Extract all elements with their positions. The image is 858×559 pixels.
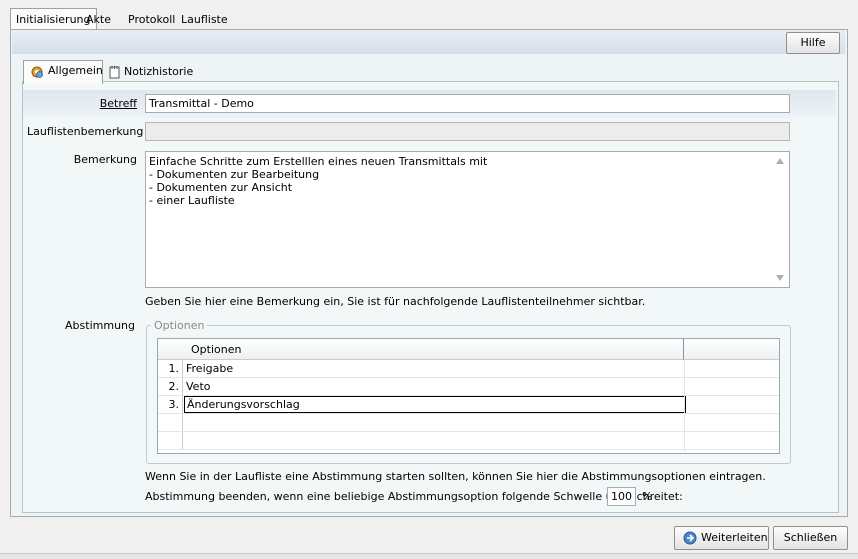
tab-protokoll[interactable]: Protokoll [124, 10, 179, 29]
bemerkung-line: - Dokumenten zur Bearbeitung [149, 168, 320, 181]
optionen-group-title: Optionen [151, 319, 208, 332]
abstimmung-label: Abstimmung [65, 319, 135, 332]
betreff-label: Betreff [99, 97, 137, 110]
help-button[interactable]: Hilfe [786, 32, 840, 54]
status-strip [0, 553, 858, 559]
tab-allgemein[interactable]: Allgemein [23, 60, 103, 84]
close-button[interactable]: Schließen [773, 526, 848, 550]
table-row[interactable]: 1. Freigabe [158, 360, 779, 378]
options-grid: Optionen 1. Freigabe 2. Veto 3. Änderung… [157, 338, 780, 454]
scroll-up-icon[interactable] [776, 158, 784, 164]
row-number: 2. [158, 378, 183, 395]
help-toolbar [12, 30, 845, 54]
table-row[interactable] [158, 414, 779, 432]
tab-akte[interactable]: Akte [82, 10, 115, 29]
bemerkung-label: Bemerkung [73, 153, 137, 166]
arrow-right-icon [683, 531, 697, 553]
row-number: 1. [158, 360, 183, 377]
schwelle-input[interactable]: 100 [607, 487, 636, 506]
lauflistenbemerkung-input[interactable] [145, 122, 790, 141]
grid-header-blank [684, 339, 779, 360]
row-number [158, 432, 183, 449]
bemerkung-hint: Geben Sie hier eine Bemerkung ein, Sie i… [145, 295, 646, 308]
tab-notizhistorie-label: Notizhistorie [124, 65, 194, 78]
row-number [158, 414, 183, 431]
betreff-input[interactable]: Transmittal - Demo [145, 94, 790, 113]
bemerkung-line: - einer Laufliste [149, 194, 235, 207]
tab-laufliste[interactable]: Laufliste [177, 10, 232, 29]
notepad-icon [109, 65, 120, 86]
forward-label: Weiterleiten [701, 531, 768, 544]
tab-allgemein-label: Allgemein [48, 64, 103, 77]
column-divider [684, 360, 685, 452]
bemerkung-textarea[interactable]: Einfache Schritte zum Erstelllen eines n… [145, 151, 790, 288]
forward-button[interactable]: Weiterleiten [674, 526, 769, 550]
row-number: 3. [158, 396, 183, 413]
grid-corner [158, 339, 185, 360]
bemerkung-line: - Dokumenten zur Ansicht [149, 181, 293, 194]
lauflistenbemerkung-label: Lauflistenbemerkung [27, 125, 144, 138]
gear-icon [30, 65, 44, 86]
table-row[interactable]: 3. Änderungsvorschlag [158, 396, 779, 414]
table-row[interactable]: 2. Veto [158, 378, 779, 396]
abstimmung-hint: Wenn Sie in der Laufliste eine Abstimmun… [145, 470, 766, 483]
option-text[interactable]: Veto [186, 378, 210, 395]
tab-notizhistorie[interactable]: Notizhistorie [108, 62, 193, 82]
grid-header-label: Optionen [191, 343, 242, 356]
schwelle-label: Abstimmung beenden, wenn eine beliebige … [145, 490, 683, 503]
grid-header-optionen[interactable]: Optionen [184, 339, 684, 360]
table-row[interactable] [158, 432, 779, 450]
percent-unit: % [642, 490, 653, 503]
option-text[interactable]: Freigabe [186, 360, 233, 377]
bemerkung-scrollbar[interactable] [772, 152, 789, 287]
scroll-down-icon[interactable] [776, 275, 784, 281]
option-text-editing[interactable]: Änderungsvorschlag [184, 396, 686, 413]
bemerkung-line: Einfache Schritte zum Erstelllen eines n… [149, 155, 488, 168]
